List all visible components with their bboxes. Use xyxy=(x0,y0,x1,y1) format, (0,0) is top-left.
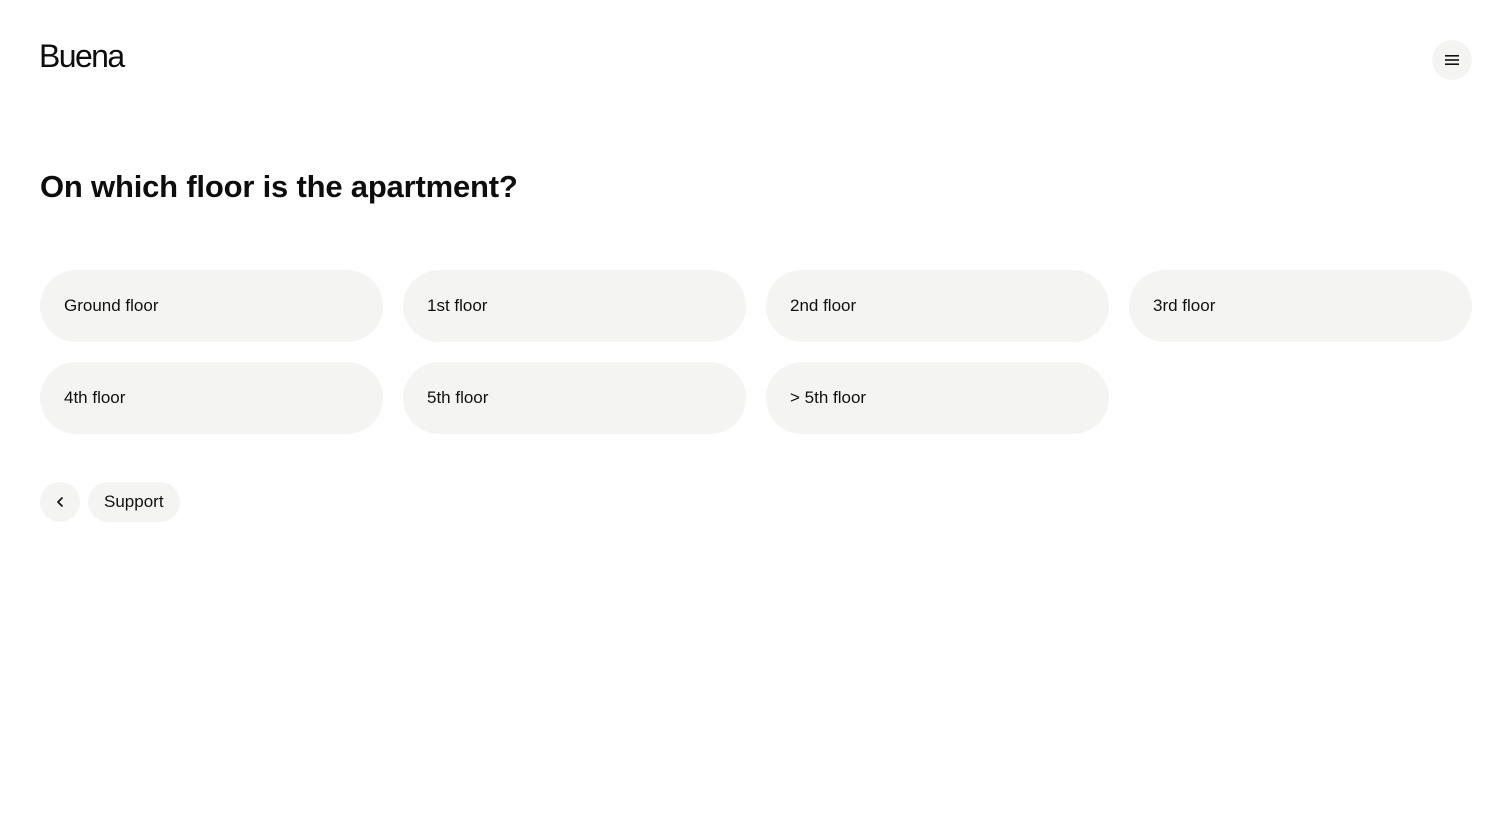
hamburger-menu-icon xyxy=(1445,55,1459,65)
option-5th-floor[interactable]: 5th floor xyxy=(403,362,746,434)
option-1st-floor[interactable]: 1st floor xyxy=(403,270,746,342)
back-button[interactable] xyxy=(40,482,80,522)
option-4th-floor[interactable]: 4th floor xyxy=(40,362,383,434)
option-above-5th-floor[interactable]: > 5th floor xyxy=(766,362,1109,434)
option-2nd-floor[interactable]: 2nd floor xyxy=(766,270,1109,342)
buena-logo[interactable]: Buena xyxy=(39,36,125,76)
question-title: On which floor is the apartment? xyxy=(40,169,518,204)
floor-options: Ground floor 1st floor 2nd floor 3rd flo… xyxy=(40,270,1472,434)
option-ground-floor[interactable]: Ground floor xyxy=(40,270,383,342)
support-button[interactable]: Support xyxy=(88,482,180,522)
bottom-navigation: Support xyxy=(40,482,180,522)
header: Buena xyxy=(0,0,1512,120)
option-3rd-floor[interactable]: 3rd floor xyxy=(1129,270,1472,342)
chevron-left-icon xyxy=(57,497,63,507)
menu-button[interactable] xyxy=(1432,40,1472,80)
